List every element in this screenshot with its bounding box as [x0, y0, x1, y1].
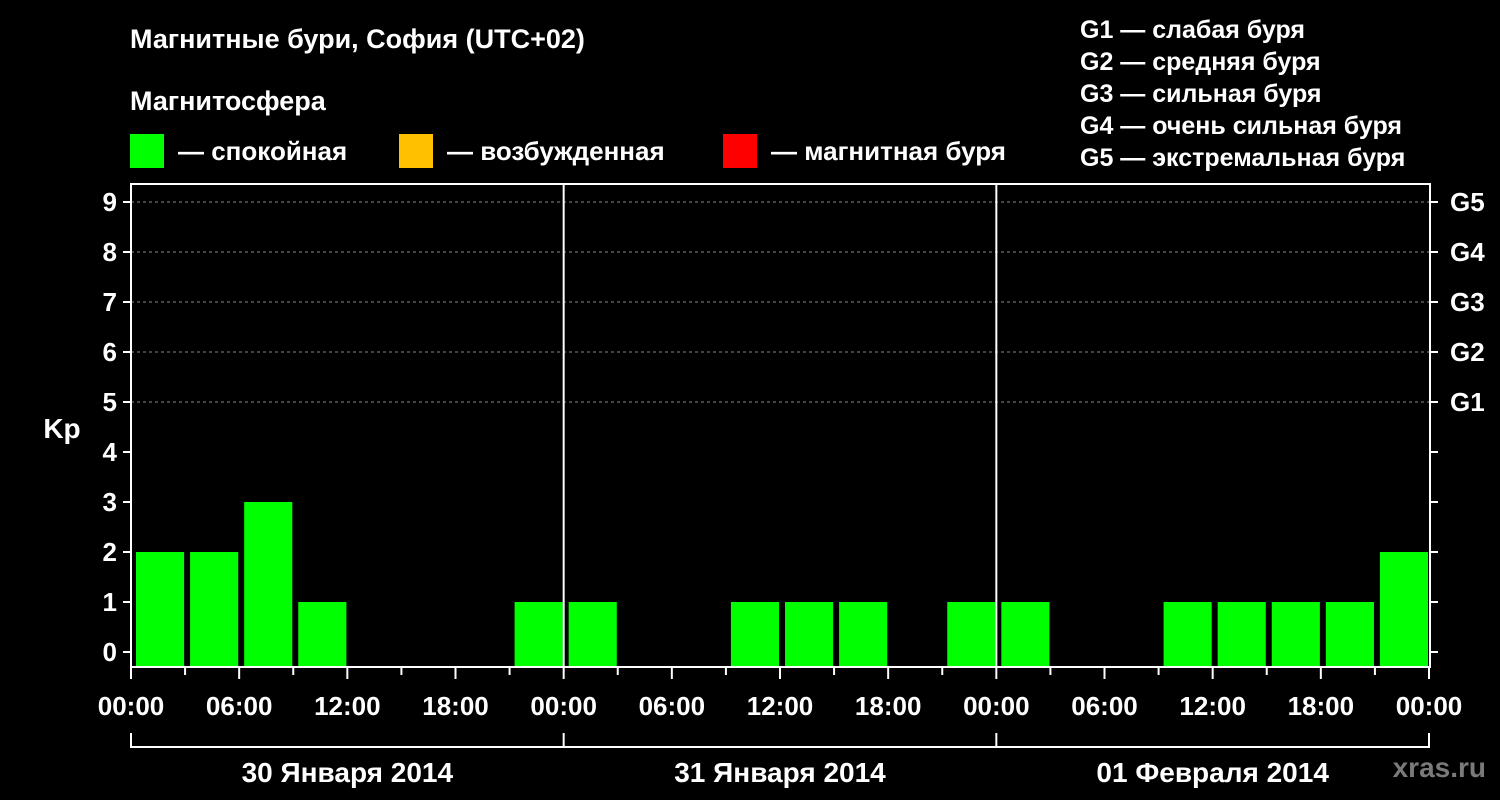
x-tick-label: 06:00	[639, 691, 706, 721]
kp-bar	[244, 502, 293, 667]
x-tick-label: 18:00	[422, 691, 489, 721]
kp-bar	[298, 602, 347, 667]
kp-bar	[514, 602, 563, 667]
kp-bar	[568, 602, 617, 667]
x-tick-label: 12:00	[1179, 691, 1246, 721]
x-tick-label: 06:00	[1071, 691, 1138, 721]
y-tick-label: 5	[103, 387, 117, 417]
x-tick-label: 12:00	[747, 691, 814, 721]
x-tick-label: 06:00	[206, 691, 273, 721]
day-label: 31 Января 2014	[674, 757, 886, 788]
g-tick-label: G2	[1450, 337, 1485, 367]
x-tick-label: 00:00	[530, 691, 597, 721]
y-tick-label: 0	[103, 637, 117, 667]
kp-bar	[1271, 602, 1320, 667]
kp-bar	[1163, 602, 1212, 667]
kp-bar	[785, 602, 834, 667]
kp-bar	[136, 552, 185, 667]
y-tick-label: 2	[103, 537, 117, 567]
g-tick-label: G4	[1450, 237, 1485, 267]
kp-bar	[1217, 602, 1266, 667]
y-tick-label: 1	[103, 587, 117, 617]
y-tick-label: 8	[103, 237, 117, 267]
g-tick-label: G3	[1450, 287, 1485, 317]
day-label: 01 Февраля 2014	[1096, 757, 1329, 788]
kp-chart: 0 1 2 3 4 5 6 7 8 9 G1 G2 G3 G4 G5 Kp 00:00 06:00 12:00 18:…	[43, 183, 1485, 788]
x-tick-label: 00:00	[1396, 691, 1463, 721]
y-tick-label: 9	[103, 187, 117, 217]
kp-bar	[839, 602, 888, 667]
kp-bar	[190, 552, 239, 667]
kp-bar	[730, 602, 780, 667]
g-tick-label: G1	[1450, 387, 1485, 417]
kp-bar	[1325, 602, 1374, 667]
watermark: xras.ru	[1392, 752, 1486, 783]
y-tick-label: 3	[103, 487, 117, 517]
x-tick-label: 00:00	[98, 691, 165, 721]
y-tick-label: 6	[103, 337, 117, 367]
x-tick-label: 00:00	[963, 691, 1030, 721]
day-label: 30 Января 2014	[242, 757, 454, 788]
x-tick-label: 12:00	[314, 691, 381, 721]
y-tick-label: 7	[103, 287, 117, 317]
kp-bar	[947, 602, 996, 667]
x-tick-label: 18:00	[855, 691, 922, 721]
x-tick-label: 18:00	[1288, 691, 1355, 721]
plot-frame	[130, 183, 1431, 668]
kp-bar	[1379, 552, 1428, 667]
y-tick-label: 4	[103, 437, 118, 467]
g-tick-label: G5	[1450, 187, 1485, 217]
y-axis-label: Kp	[43, 413, 80, 444]
kp-bar	[1001, 602, 1050, 667]
